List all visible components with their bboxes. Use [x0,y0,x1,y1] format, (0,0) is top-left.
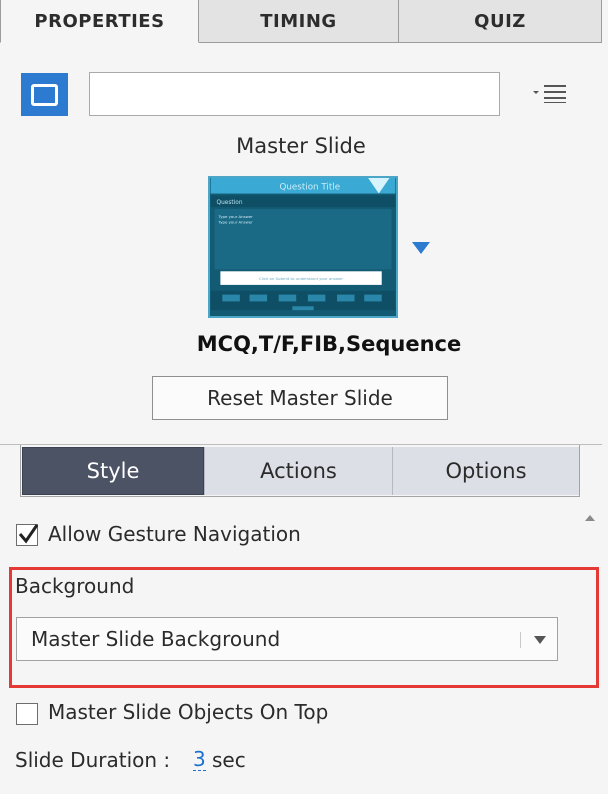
master-slide-thumbnail[interactable]: Question Title Question Type your Answer… [208,176,398,318]
thumb-answer-2: Type your Answer [217,220,253,225]
allow-gesture-checkbox[interactable] [16,524,39,546]
background-label: Background [15,574,135,598]
tab-timing[interactable]: TIMING [199,0,399,43]
chevron-down-icon[interactable] [411,240,431,256]
tab-style[interactable]: Style [22,447,204,495]
slide-duration-unit: sec [212,748,246,772]
panel-menu-icon[interactable] [532,83,568,103]
thumb-question: Question [217,200,243,206]
thumb-feedback: Click on Submit to understand your answe… [259,276,343,281]
thumb-answer-1: Type your Answer [217,214,253,219]
slide-duration-label: Slide Duration : [15,748,171,772]
background-select-value: Master Slide Background [31,627,281,651]
master-slide-name: MCQ,T/F,FIB,Sequence [196,332,462,356]
master-objects-on-top-checkbox[interactable] [16,703,38,725]
slide-name-input[interactable] [89,72,500,116]
master-slide-label: Master Slide [236,134,366,158]
allow-gesture-label: Allow Gesture Navigation [48,522,301,546]
sub-tabs: Style Actions Options [22,447,579,495]
background-select[interactable]: Master Slide Background [16,617,558,661]
tab-quiz[interactable]: QUIZ [399,0,602,43]
tab-options[interactable]: Options [392,447,579,495]
tab-properties[interactable]: PROPERTIES [0,0,199,43]
slide-duration-value[interactable]: 3 [193,748,206,771]
checkmark-icon [18,524,39,544]
thumb-title: Question Title [280,183,341,193]
scroll-up-icon[interactable] [584,513,596,523]
chevron-down-icon [534,636,546,644]
reset-master-slide-button[interactable]: Reset Master Slide [152,376,448,420]
master-objects-on-top-label: Master Slide Objects On Top [48,700,329,724]
tab-actions[interactable]: Actions [204,447,392,495]
slide-icon [21,73,68,116]
panel-tabs: PROPERTIES TIMING QUIZ [0,0,602,43]
